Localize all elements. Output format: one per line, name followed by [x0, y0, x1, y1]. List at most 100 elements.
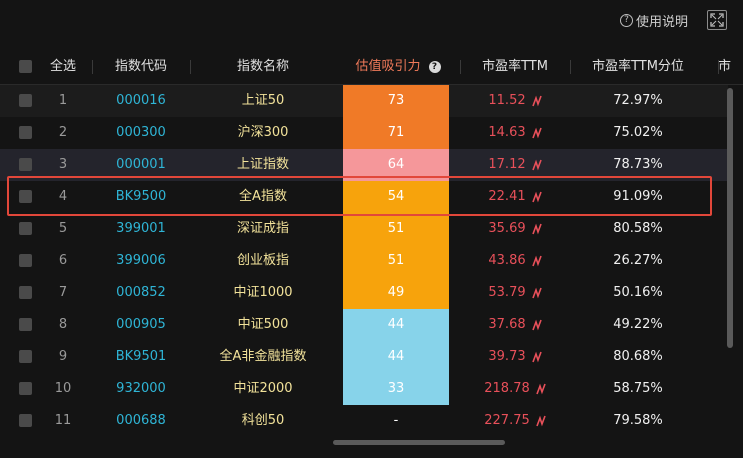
row-checkbox[interactable] [19, 254, 32, 267]
index-code[interactable]: BK9500 [92, 181, 190, 213]
row-checkbox[interactable] [19, 222, 32, 235]
index-name[interactable]: 中证1000 [190, 277, 336, 309]
pe-percentile: 80.68% [613, 349, 663, 364]
pe-value: 43.86 [460, 245, 570, 277]
row-checkbox[interactable] [19, 318, 32, 331]
table-row[interactable]: 10 932000 中证2000 33 218.78 58.75% [0, 373, 728, 405]
pe-number: 39.73 [488, 349, 526, 364]
pe-number: 22.41 [488, 189, 526, 204]
pe-value: 14.63 [460, 117, 570, 149]
index-code[interactable]: 399006 [92, 245, 190, 277]
header-pe-percentile[interactable]: 市盈率TTM分位 [570, 50, 706, 84]
trend-icon[interactable] [531, 95, 542, 107]
index-name[interactable]: 全A非金融指数 [190, 341, 336, 373]
index-code[interactable]: 000300 [92, 117, 190, 149]
pe-percentile: 50.16% [613, 285, 663, 300]
trend-icon[interactable] [531, 351, 542, 363]
pe-number: 35.69 [488, 221, 526, 236]
header-pe[interactable]: 市盈率TTM [460, 50, 570, 84]
row-number: 4 [58, 189, 68, 204]
header-select-all: 全选 [49, 59, 76, 74]
attractiveness-score: 71 [343, 117, 449, 149]
header-code[interactable]: 指数代码 [92, 50, 190, 84]
question-icon[interactable]: ? [428, 60, 441, 73]
trend-icon[interactable] [531, 127, 542, 139]
help-label: 使用说明 [636, 15, 689, 30]
index-code[interactable]: 000016 [92, 85, 190, 117]
horizontal-scrollbar[interactable] [333, 440, 505, 445]
fullscreen-icon[interactable] [707, 10, 727, 30]
table-row[interactable]: 8 000905 中证500 44 37.68 49.22% [0, 309, 728, 341]
table-header: 全选 指数代码 指数名称 估值吸引力? 市盈率TTM 市盈率TTM分位 市 [0, 50, 743, 85]
index-code[interactable]: BK9501 [92, 341, 190, 373]
row-checkbox[interactable] [19, 286, 32, 299]
row-checkbox[interactable] [19, 158, 32, 171]
trend-icon[interactable] [531, 223, 542, 235]
attractiveness-score: 73 [343, 85, 449, 117]
row-checkbox[interactable] [19, 382, 32, 395]
index-name[interactable]: 上证50 [190, 85, 336, 117]
row-number: 9 [58, 349, 68, 364]
trend-icon[interactable] [531, 255, 542, 267]
row-checkbox[interactable] [19, 190, 32, 203]
index-code[interactable]: 000001 [92, 149, 190, 181]
index-code[interactable]: 000852 [92, 277, 190, 309]
pe-value: 39.73 [460, 341, 570, 373]
question-circle-icon: ? [620, 14, 633, 27]
index-name[interactable]: 上证指数 [190, 149, 336, 181]
table-row[interactable]: 3 000001 上证指数 64 17.12 78.73% [0, 149, 728, 181]
index-code[interactable]: 000688 [92, 405, 190, 437]
row-number: 8 [58, 317, 68, 332]
index-name[interactable]: 深证成指 [190, 213, 336, 245]
index-code[interactable]: 399001 [92, 213, 190, 245]
index-code[interactable]: 932000 [92, 373, 190, 405]
index-code[interactable]: 000905 [92, 309, 190, 341]
table-row[interactable]: 11 000688 科创50 - 227.75 79.58% [0, 405, 728, 437]
header-name[interactable]: 指数名称 [190, 50, 336, 84]
table-row[interactable]: 7 000852 中证1000 49 53.79 50.16% [0, 277, 728, 309]
pe-value: 227.75 [460, 405, 570, 437]
trend-icon[interactable] [536, 383, 546, 395]
index-name[interactable]: 中证500 [190, 309, 336, 341]
row-number: 1 [58, 93, 68, 108]
index-name[interactable]: 全A指数 [190, 181, 336, 213]
pe-percentile: 75.02% [613, 125, 663, 140]
row-number: 11 [54, 413, 72, 428]
row-checkbox[interactable] [19, 126, 32, 139]
select-all-checkbox[interactable] [19, 60, 32, 73]
index-name[interactable]: 科创50 [190, 405, 336, 437]
index-name[interactable]: 沪深300 [190, 117, 336, 149]
vertical-scrollbar[interactable] [727, 88, 733, 348]
table-row[interactable]: 6 399006 创业板指 51 43.86 26.27% [0, 245, 728, 277]
trend-icon[interactable] [531, 159, 542, 171]
table-row[interactable]: 2 000300 沪深300 71 14.63 75.02% [0, 117, 728, 149]
index-name[interactable]: 中证2000 [190, 373, 336, 405]
row-number: 7 [58, 285, 68, 300]
table-row[interactable]: 9 BK9501 全A非金融指数 44 39.73 80.68% [0, 341, 728, 373]
help-link[interactable]: ? 使用说明 [620, 11, 688, 30]
pe-number: 14.63 [488, 125, 526, 140]
index-name[interactable]: 创业板指 [190, 245, 336, 277]
pe-value: 218.78 [460, 373, 570, 405]
pe-number: 17.12 [488, 157, 526, 172]
row-checkbox[interactable] [19, 94, 32, 107]
trend-icon[interactable] [536, 415, 546, 427]
header-attractiveness[interactable]: 估值吸引力? [336, 50, 460, 84]
row-checkbox[interactable] [19, 350, 32, 363]
table-row[interactable]: 4 BK9500 全A指数 54 22.41 91.09% [0, 181, 728, 213]
trend-icon[interactable] [531, 319, 542, 331]
table-row[interactable]: 5 399001 深证成指 51 35.69 80.58% [0, 213, 728, 245]
table-row[interactable]: 1 000016 上证50 73 11.52 72.97% [0, 85, 728, 117]
row-checkbox[interactable] [19, 414, 32, 427]
attractiveness-score: 64 [343, 149, 449, 181]
row-number: 10 [54, 381, 72, 396]
pe-value: 22.41 [460, 181, 570, 213]
row-number: 5 [58, 221, 68, 236]
trend-icon[interactable] [531, 191, 542, 203]
pe-value: 53.79 [460, 277, 570, 309]
trend-icon[interactable] [531, 287, 542, 299]
pe-percentile: 72.97% [613, 93, 663, 108]
pe-number: 218.78 [484, 381, 530, 396]
attractiveness-score: 33 [343, 373, 449, 405]
attractiveness-score: 51 [343, 213, 449, 245]
